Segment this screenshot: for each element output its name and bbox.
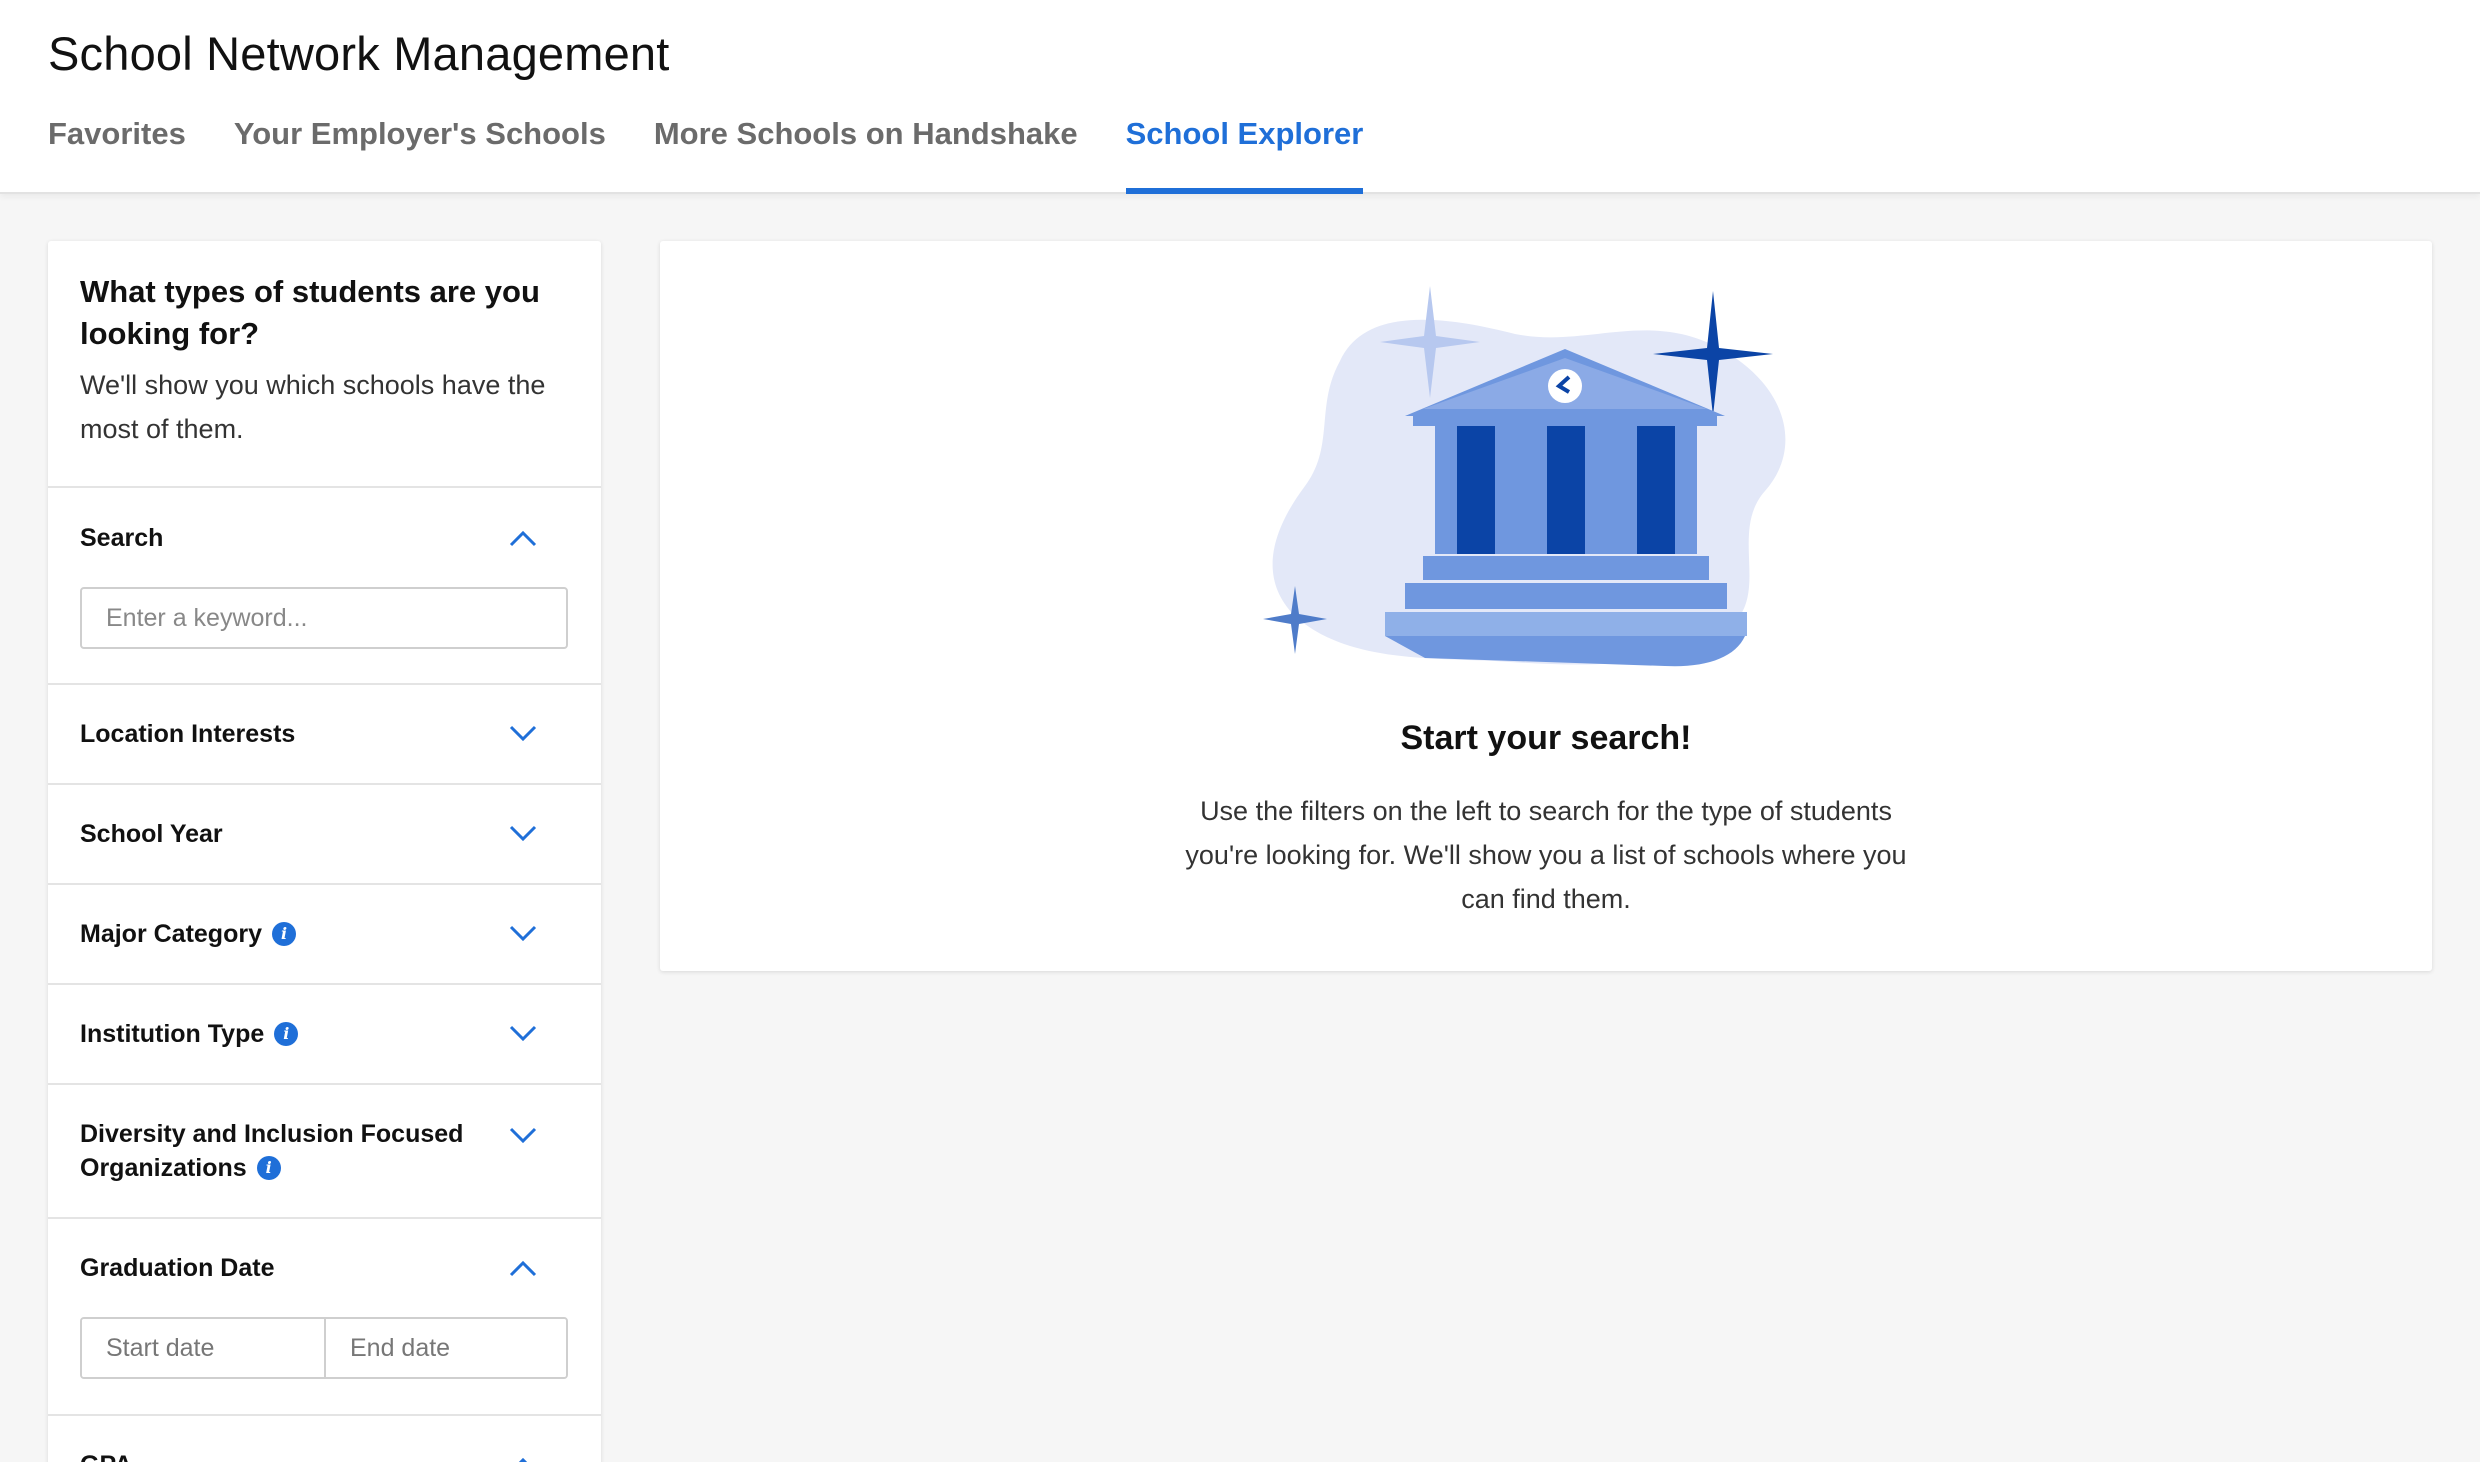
page-title: School Network Management [48,27,670,80]
major-category-header[interactable]: Major Category i [80,885,569,983]
tab-more-schools[interactable]: More Schools on Handshake [654,116,1078,194]
end-date-input[interactable] [324,1319,566,1377]
institution-type-section: Institution Type i [48,985,601,1085]
graduation-date-header[interactable]: Graduation Date [80,1219,569,1317]
graduation-date-section: Graduation Date [48,1219,601,1416]
gpa-label: GPA [80,1448,132,1462]
diversity-text-line1: Diversity and Inclusion Focused [80,1120,464,1148]
empty-state-title: Start your search! [1400,719,1692,757]
search-section: Search [48,488,601,685]
diversity-text-line2: Organizations [80,1154,247,1182]
diversity-section: Diversity and Inclusion Focused Organizat… [48,1085,601,1219]
start-date-input[interactable] [82,1319,324,1377]
location-interests-header[interactable]: Location Interests [80,685,569,783]
filter-intro-title: What types of students are you looking f… [80,274,540,351]
school-year-label: School Year [80,820,223,848]
diversity-label: Diversity and Inclusion Focused Organizat… [80,1117,463,1185]
gpa-section: GPA [48,1416,601,1462]
institution-type-text: Institution Type [80,1020,265,1048]
chevron-up-icon[interactable] [509,1259,537,1277]
filter-intro-subtitle: We'll show you which schools have the mo… [80,370,546,444]
school-building-icon [1263,286,1786,667]
chevron-down-icon[interactable] [509,1127,537,1145]
info-icon[interactable]: i [274,1022,299,1046]
chevron-up-icon[interactable] [509,1456,537,1462]
chevron-down-icon[interactable] [509,825,537,843]
chevron-down-icon[interactable] [509,1025,537,1043]
empty-state-description: Use the filters on the left to search fo… [1185,796,1907,914]
gpa-header[interactable]: GPA [80,1416,569,1462]
school-year-section: School Year [48,785,601,885]
chevron-up-icon[interactable] [509,529,537,547]
graduation-date-label: Graduation Date [80,1254,275,1282]
tab-employers-schools[interactable]: Your Employer's Schools [234,116,606,194]
institution-type-header[interactable]: Institution Type i [80,985,569,1083]
diversity-header[interactable]: Diversity and Inclusion Focused Organizat… [80,1085,569,1217]
location-interests-label: Location Interests [80,720,296,748]
info-icon[interactable]: i [256,1156,281,1180]
tab-school-explorer[interactable]: School Explorer [1125,116,1363,194]
graduation-date-range [80,1317,568,1379]
filter-intro: What types of students are you looking f… [48,241,601,488]
filter-sidebar: What types of students are you looking f… [48,241,601,1462]
chevron-down-icon[interactable] [509,725,537,743]
info-icon[interactable]: i [271,922,296,946]
search-input[interactable] [80,587,568,649]
page-header: School Network Management Favorites Your… [0,0,2480,194]
results-empty-state: Start your search! Use the filters on th… [660,241,2432,971]
search-section-header[interactable]: Search [80,488,569,587]
school-year-header[interactable]: School Year [80,785,569,883]
chevron-down-icon[interactable] [509,925,537,943]
tab-favorites[interactable]: Favorites [48,116,186,194]
major-category-label: Major Category i [80,917,296,951]
major-category-section: Major Category i [48,885,601,985]
tab-bar: Favorites Your Employer's Schools More S… [48,116,1411,194]
institution-type-label: Institution Type i [80,1017,299,1051]
search-section-label: Search [80,523,164,552]
location-interests-section: Location Interests [48,685,601,785]
major-category-text: Major Category [80,920,262,948]
